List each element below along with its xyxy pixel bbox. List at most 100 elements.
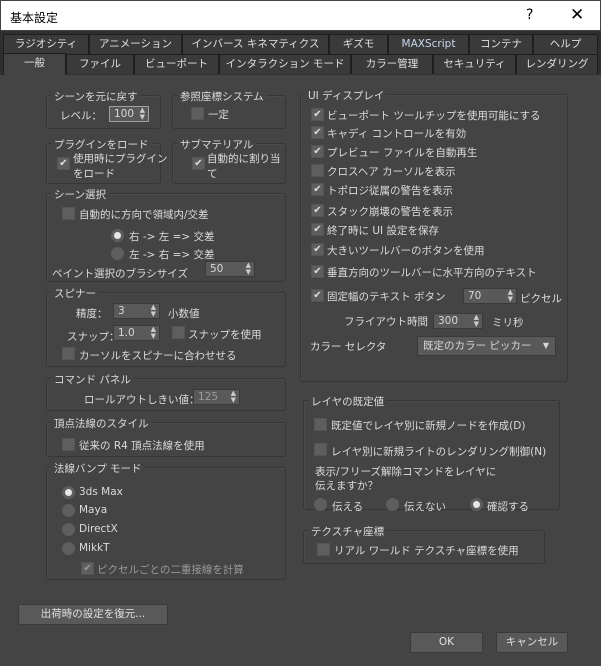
constant-checkbox[interactable] (191, 107, 204, 120)
tab-animation[interactable]: アニメーション (89, 34, 182, 54)
tab-rendering[interactable]: レンダリング (516, 54, 598, 74)
spinner-arrows-icon[interactable]: ▲ ▼ (246, 262, 251, 276)
tab-files[interactable]: ファイル (66, 54, 134, 74)
use-snap-checkbox[interactable] (172, 326, 185, 339)
load-on-use-label: 使用時にプラグイン (73, 153, 168, 165)
color-selector-dropdown[interactable]: 既定のカラー ピッカー ▼ (417, 336, 556, 356)
stack-collapse-warning-label: スタック崩壊の警告を表示 (327, 206, 453, 218)
group-title: シーンを元に戻す (51, 89, 141, 104)
large-toolbar-buttons-checkbox[interactable]: ✔ (311, 243, 324, 256)
tab-maxscript[interactable]: MAXScript (388, 34, 469, 54)
auto-assign-checkbox[interactable]: ✔ (192, 157, 205, 170)
group-title: 法線バンプ モード (51, 461, 145, 476)
constant-label: 一定 (208, 109, 229, 121)
ask-label: 確認する (487, 501, 529, 513)
spinner-arrows-icon[interactable]: ▲ ▼ (474, 314, 479, 328)
ref-coord-group: 参照座標システム (172, 89, 286, 129)
tab-color-management[interactable]: カラー管理 (351, 54, 433, 74)
level-spinner[interactable]: 100 ▲ ▼ (109, 106, 149, 122)
tab-general[interactable]: 一般 (3, 53, 66, 75)
window-title: 基本設定 (10, 11, 59, 25)
caddy-controls-label: キャディ コントロールを有効 (327, 128, 467, 140)
chevron-down-icon: ▼ (542, 341, 549, 350)
save-ui-on-exit-checkbox[interactable]: ✔ (311, 223, 324, 236)
tab-help[interactable]: ヘルプ (533, 34, 598, 54)
ok-button[interactable]: OK (410, 632, 483, 653)
group-title: 頂点法線のスタイル (51, 416, 152, 431)
left-to-right-label: 左 -> 右 => 交差 (129, 249, 215, 261)
viewport-tooltips-checkbox[interactable]: ✔ (311, 108, 324, 121)
bump-mikkt-radio[interactable] (62, 542, 75, 555)
dont-propagate-radio[interactable] (386, 498, 399, 511)
crosshair-cursor-checkbox[interactable] (311, 164, 324, 177)
propagate-radio[interactable] (314, 498, 327, 511)
group-title: テクスチャ座標 (308, 524, 388, 539)
tab-interaction-mode[interactable]: インタラクション モード (219, 54, 351, 74)
bump-directx-label: DirectX (79, 523, 118, 535)
rollout-threshold-label: ロールアウトしきい値： (84, 394, 200, 406)
group-title: コマンド パネル (51, 372, 134, 387)
horizontal-text-vertical-toolbar-checkbox[interactable]: ✔ (311, 265, 324, 278)
propagate-question-label: 表示/フリーズ解除コマンドをレイヤに (315, 466, 497, 478)
close-button[interactable]: ✕ (570, 5, 584, 25)
group-title: サブマテリアル (177, 137, 257, 152)
color-selector-value: 既定のカラー ピッカー (423, 340, 532, 352)
spinner-arrows-icon[interactable]: ▲ ▼ (140, 107, 145, 121)
spinner-arrows-icon[interactable]: ▲ ▼ (508, 289, 513, 303)
tab-radiosity[interactable]: ラジオシティ (3, 34, 89, 54)
group-title: プラグインをロード (51, 137, 152, 152)
precision-spinner[interactable]: 3 ▲ ▼ (113, 303, 160, 319)
stack-collapse-warning-checkbox[interactable]: ✔ (311, 204, 324, 217)
autoplay-preview-checkbox[interactable]: ✔ (311, 145, 324, 158)
new-light-by-layer-checkbox[interactable] (314, 443, 327, 456)
tab-bar: ラジオシティ アニメーション インバース キネマティクス ギズモ MAXScri… (0, 31, 601, 75)
per-pixel-tangent-label: ピクセルごとの二重接線を計算 (97, 564, 244, 576)
tab-viewports[interactable]: ビューポート (134, 54, 219, 74)
flyout-time-spinner[interactable]: 300 ▲ ▼ (433, 313, 483, 329)
tab-container[interactable]: コンテナ (469, 34, 533, 54)
snap-label: スナップ： (67, 331, 120, 343)
flyout-time-label: フライアウト時間 (344, 316, 428, 328)
spinner-arrows-icon[interactable]: ▲ ▼ (231, 390, 236, 404)
wrap-cursor-checkbox[interactable] (62, 347, 75, 360)
new-node-by-layer-label: 既定値でレイヤ別に新規ノードを作成(D) (331, 420, 526, 432)
rollout-threshold-spinner[interactable]: 125 ▲ ▼ (193, 389, 240, 405)
brush-size-value: 50 (210, 263, 224, 275)
dont-propagate-label: 伝えない (404, 501, 446, 513)
real-world-texture-checkbox[interactable] (317, 543, 330, 556)
bump-directx-radio[interactable] (62, 523, 75, 536)
left-to-right-radio[interactable] (111, 247, 124, 260)
tab-security[interactable]: セキュリティ (433, 54, 516, 74)
fixed-width-spinner[interactable]: 70 ▲ ▼ (463, 288, 517, 304)
bump-maya-label: Maya (79, 504, 108, 516)
topology-warning-checkbox[interactable]: ✔ (311, 183, 324, 196)
new-node-by-layer-checkbox[interactable] (314, 418, 327, 431)
wrap-cursor-label: カーソルをスピナーに合わせせる (79, 350, 237, 362)
brush-size-spinner[interactable]: 50 ▲ ▼ (205, 261, 255, 277)
ask-radio[interactable] (470, 498, 483, 511)
load-on-use-checkbox[interactable]: ✔ (57, 157, 70, 170)
right-to-left-radio[interactable] (111, 229, 124, 242)
auto-assign-label: 自動的に割り当 (207, 153, 281, 165)
brush-size-label: ペイント選択のブラシサイズ (52, 268, 188, 280)
new-light-by-layer-label: レイヤ別に新規ライトのレンダリング制御(N) (331, 446, 547, 458)
bump-maya-radio[interactable] (62, 504, 75, 517)
ms-unit-label: ミリ秒 (492, 317, 524, 329)
legacy-r4-normals-checkbox[interactable] (62, 438, 75, 451)
spinner-arrows-icon[interactable]: ▲ ▼ (151, 326, 156, 340)
help-button[interactable]: ? (526, 7, 533, 23)
decimals-label: 小数値 (168, 308, 200, 320)
auto-window-crossing-checkbox[interactable] (62, 207, 75, 220)
caddy-controls-checkbox[interactable]: ✔ (311, 126, 324, 139)
bump-3dsmax-radio[interactable] (62, 486, 75, 499)
snap-spinner[interactable]: 1.0 ▲ ▼ (113, 325, 160, 341)
title-bar: 基本設定 ? ✕ (0, 0, 601, 31)
restore-defaults-button[interactable]: 出荷時の設定を復元... (18, 604, 168, 625)
tab-gizmo[interactable]: ギズモ (329, 34, 388, 54)
per-pixel-tangent-checkbox[interactable]: ✔ (81, 562, 94, 575)
real-world-texture-label: リアル ワールド テクスチャ座標を使用 (334, 545, 519, 557)
fixed-width-text-buttons-checkbox[interactable]: ✔ (311, 289, 324, 302)
cancel-button[interactable]: キャンセル (496, 632, 568, 653)
tab-ik[interactable]: インバース キネマティクス (182, 34, 329, 54)
spinner-arrows-icon[interactable]: ▲ ▼ (151, 304, 156, 318)
